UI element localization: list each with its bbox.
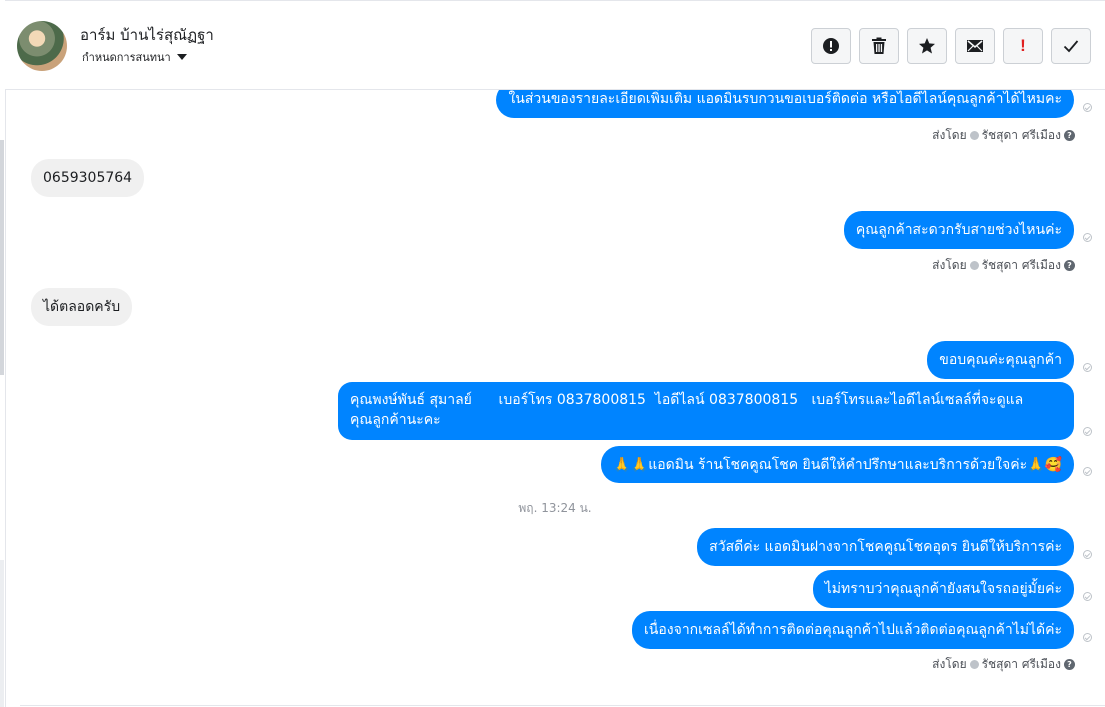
sent-by-line: ส่งโดย รัชสุดา ศรีเมือง ? [932,655,1075,674]
left-scroll-track [0,140,4,375]
trash-icon [872,37,886,54]
message-text: 🙏🙏แอดมิน ร้านโชคคูณโชค ยินดีให้คำปรึกษาแ… [613,457,1062,473]
message-text: คุณลูกค้าสะดวกรับสายช่วงไหนค่ะ [855,222,1062,238]
help-icon[interactable]: ? [1064,130,1075,141]
conversation-thread[interactable]: ในส่วนของรายละเอียดเพิ่มเติม แอดมินรบกวน… [5,90,1105,707]
seen-indicator-icon [1083,633,1092,642]
page-icon [969,261,979,270]
sent-by-name[interactable]: รัชสุดา ศรีเมือง [982,126,1061,145]
message-text-line: คุณพงษ์พันธ์ สุมาลย์ เบอร์โทร 0837800815… [350,392,1024,408]
message-bubble-incoming[interactable]: ได้ตลอดครับ [31,288,133,326]
done-button[interactable] [1051,28,1091,64]
alert-circle-icon [823,38,839,54]
assign-conversation-dropdown[interactable]: กำหนดการสนทนา [82,48,187,66]
composer-divider [20,705,1105,706]
message-text: ในส่วนของรายละเอียดเพิ่มเติม แอดมินรบกวน… [508,91,1062,107]
message-bubble-outgoing[interactable]: ขอบคุณค่ะคุณลูกค้า [927,341,1074,379]
sent-by-prefix: ส่งโดย [932,258,967,272]
message-bubble-outgoing[interactable]: สวัสดีค่ะ แอดมินฝางจากโชคคูณโชคอุดร ยินด… [697,528,1074,566]
message-text: ได้ตลอดครับ [43,299,121,315]
contact-name[interactable]: อาร์ม บ้านไร่สุณัฏฐา [80,23,214,47]
avatar[interactable] [17,21,67,71]
page-icon [969,131,979,140]
page-icon [969,660,979,669]
message-text: 0659305764 [43,170,133,186]
sent-by-line: ส่งโดย รัชสุดา ศรีเมือง ? [932,126,1075,145]
message-bubble-outgoing[interactable]: ไม่ทราบว่าคุณลูกค้ายังสนใจรถอยู่มั้ยค่ะ [812,570,1074,608]
assign-label: กำหนดการสนทนา [82,51,171,64]
mark-unread-button[interactable] [955,28,995,64]
follow-up-button[interactable]: ! [1003,28,1043,64]
sent-by-name[interactable]: รัชสุดา ศรีเมือง [982,256,1061,275]
message-bubble-outgoing[interactable]: คุณลูกค้าสะดวกรับสายช่วงไหนค่ะ [843,211,1074,249]
message-text: เนื่องจากเซลล์ได้ทำการติดต่อคุณลูกค้าไปแ… [644,622,1062,638]
message-bubble-outgoing[interactable]: คุณพงษ์พันธ์ สุมาลย์ เบอร์โทร 0837800815… [338,382,1074,440]
message-text: ขอบคุณค่ะคุณลูกค้า [939,352,1062,368]
timestamp-divider: พฤ. 13:24 น. [518,501,592,515]
message-text: ไม่ทราบว่าคุณลูกค้ายังสนใจรถอยู่มั้ยค่ะ [824,581,1062,597]
help-icon[interactable]: ? [1064,659,1075,670]
exclamation-icon: ! [1020,36,1026,55]
sent-by-prefix: ส่งโดย [932,128,967,142]
delete-button[interactable] [859,28,899,64]
sent-by-line: ส่งโดย รัชสุดา ศรีเมือง ? [932,256,1075,275]
help-icon[interactable]: ? [1064,260,1075,271]
message-bubble-incoming[interactable]: 0659305764 [31,159,145,197]
envelope-icon [967,40,983,52]
conversation-header: อาร์ม บ้านไร่สุณัฏฐา กำหนดการสนทนา ! [5,0,1105,90]
message-text-line: คุณลูกค้านะคะ [350,412,441,428]
message-bubble-outgoing[interactable]: 🙏🙏แอดมิน ร้านโชคคูณโชค ยินดีให้คำปรึกษาแ… [601,446,1074,483]
message-bubble-outgoing[interactable]: เนื่องจากเซลล์ได้ทำการติดต่อคุณลูกค้าไปแ… [632,611,1074,649]
message-bubble-outgoing[interactable]: ในส่วนของรายละเอียดเพิ่มเติม แอดมินรบกวน… [496,90,1074,118]
sent-by-name[interactable]: รัชสุดา ศรีเมือง [982,655,1061,674]
message-text: สวัสดีค่ะ แอดมินฝางจากโชคคูณโชคอุดร ยินด… [709,539,1062,555]
caret-down-icon [176,54,187,60]
sent-by-prefix: ส่งโดย [932,657,967,671]
seen-indicator-icon [1083,550,1092,559]
left-panel-strip [0,560,4,707]
seen-indicator-icon [1083,427,1092,436]
seen-indicator-icon [1083,467,1092,476]
check-icon [1063,40,1079,53]
star-icon [919,38,935,54]
seen-indicator-icon [1083,103,1092,112]
seen-indicator-icon [1083,363,1092,372]
header-actions: ! [811,28,1091,64]
seen-indicator-icon [1083,592,1092,601]
report-icon-button[interactable] [811,28,851,64]
star-button[interactable] [907,28,947,64]
seen-indicator-icon [1083,233,1092,242]
